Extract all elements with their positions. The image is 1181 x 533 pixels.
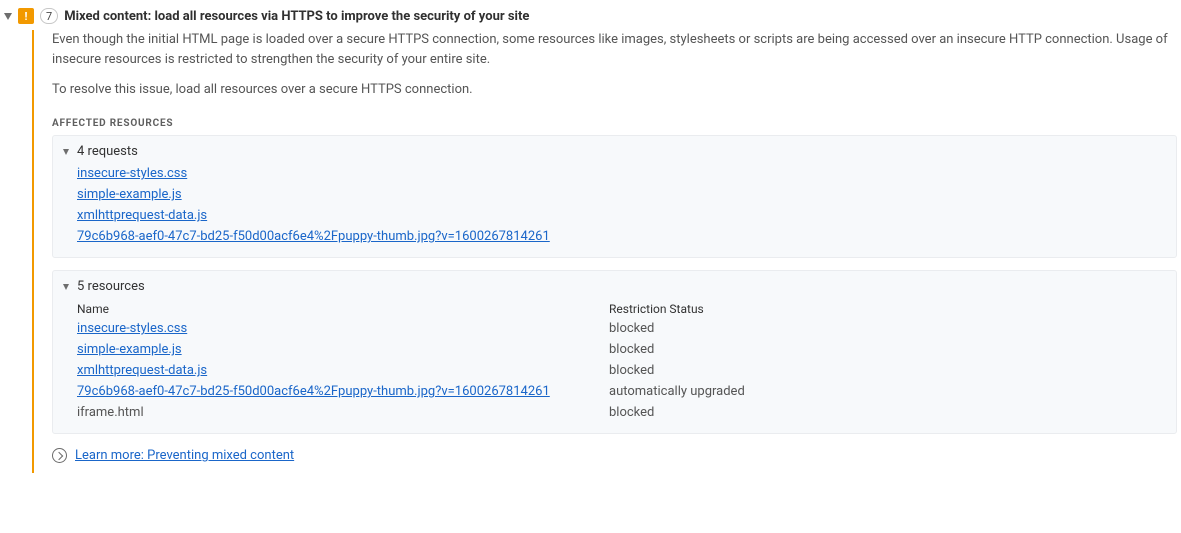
resource-link[interactable]: xmlhttprequest-data.js [77, 363, 207, 378]
issue-title: Mixed content: load all resources via HT… [64, 9, 529, 24]
resources-group-header[interactable]: 5 resources [63, 279, 1166, 294]
issue-description-p2: To resolve this issue, load all resource… [52, 80, 1172, 100]
warning-icon [18, 8, 34, 24]
column-header-status: Restriction Status [609, 302, 1166, 316]
column-header-name: Name [77, 302, 609, 316]
resource-link[interactable]: 79c6b968-aef0-47c7-bd25-f50d00acf6e4%2Fp… [77, 384, 550, 399]
restriction-status: blocked [609, 321, 1166, 336]
table-header-row: Name Restriction Status [77, 298, 1166, 318]
list-item: 79c6b968-aef0-47c7-bd25-f50d00acf6e4%2Fp… [77, 226, 1166, 247]
issue-description-p1: Even though the initial HTML page is loa… [52, 30, 1172, 70]
request-link[interactable]: simple-example.js [77, 187, 182, 202]
request-link[interactable]: xmlhttprequest-data.js [77, 208, 207, 223]
learn-more-row: Learn more: Preventing mixed content [52, 448, 1177, 463]
request-link[interactable]: 79c6b968-aef0-47c7-bd25-f50d00acf6e4%2Fp… [77, 229, 550, 244]
requests-group-header[interactable]: 4 requests [63, 144, 1166, 159]
resources-group: 5 resources Name Restriction Status inse… [52, 270, 1177, 434]
resource-link[interactable]: simple-example.js [77, 342, 182, 357]
chevron-down-icon[interactable] [63, 284, 69, 290]
table-row: iframe.html blocked [77, 402, 1166, 423]
restriction-status: blocked [609, 363, 1166, 378]
issue-body: Even though the initial HTML page is loa… [32, 30, 1177, 473]
issue-count-badge: 7 [40, 8, 58, 24]
resources-count-label: 5 resources [77, 279, 145, 294]
list-item: simple-example.js [77, 184, 1166, 205]
issue-item: 7 Mixed content: load all resources via … [0, 0, 1181, 481]
issue-header[interactable]: 7 Mixed content: load all resources via … [4, 8, 1177, 30]
table-row: insecure-styles.css blocked [77, 318, 1166, 339]
arrow-right-circle-icon [52, 448, 67, 463]
chevron-down-icon[interactable] [4, 13, 12, 20]
table-row: xmlhttprequest-data.js blocked [77, 360, 1166, 381]
table-row: 79c6b968-aef0-47c7-bd25-f50d00acf6e4%2Fp… [77, 381, 1166, 402]
restriction-status: blocked [609, 342, 1166, 357]
restriction-status: blocked [609, 405, 1166, 420]
requests-count-label: 4 requests [77, 144, 138, 159]
requests-list: insecure-styles.css simple-example.js xm… [63, 163, 1166, 247]
list-item: xmlhttprequest-data.js [77, 205, 1166, 226]
learn-more-link[interactable]: Learn more: Preventing mixed content [75, 448, 294, 463]
requests-group: 4 requests insecure-styles.css simple-ex… [52, 135, 1177, 258]
chevron-down-icon[interactable] [63, 149, 69, 155]
table-row: simple-example.js blocked [77, 339, 1166, 360]
resources-table: Name Restriction Status insecure-styles.… [63, 298, 1166, 423]
resource-name: iframe.html [77, 405, 144, 420]
restriction-status: automatically upgraded [609, 384, 1166, 399]
request-link[interactable]: insecure-styles.css [77, 166, 187, 181]
affected-resources-heading: AFFECTED RESOURCES [52, 118, 1177, 129]
list-item: insecure-styles.css [77, 163, 1166, 184]
resource-link[interactable]: insecure-styles.css [77, 321, 187, 336]
